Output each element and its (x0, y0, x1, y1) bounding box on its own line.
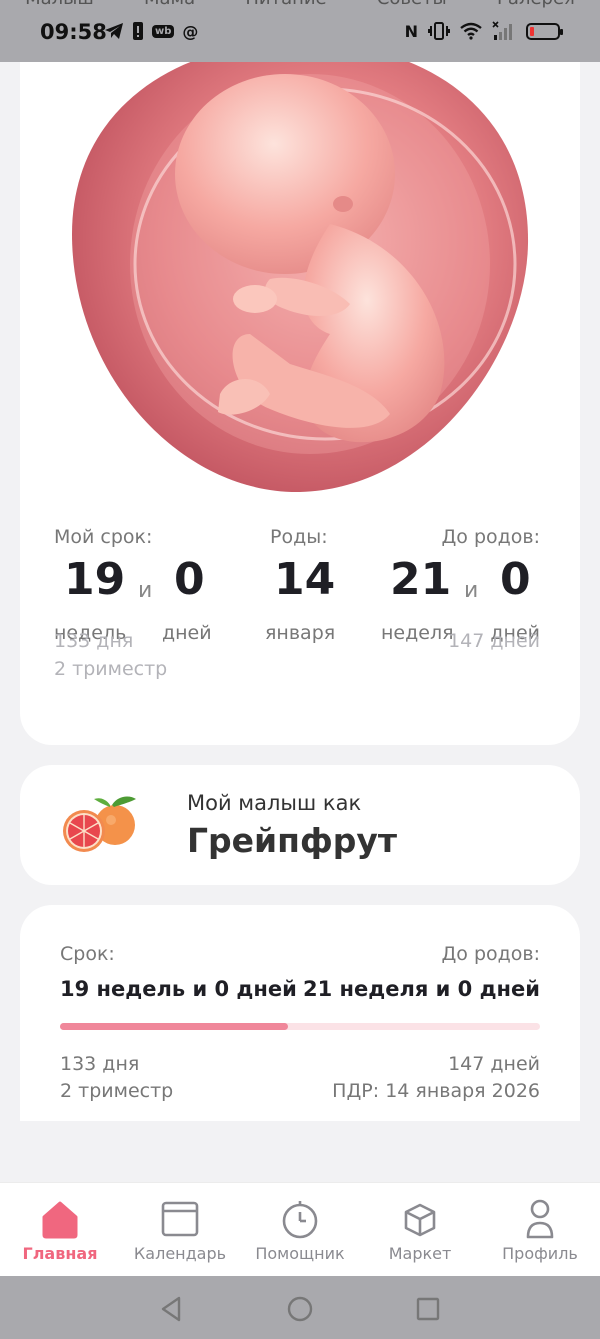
back-icon[interactable] (157, 1294, 187, 1324)
pregnancy-stats: Мой срок: 19 и 0 недель дней Роды: 14 ян… (54, 526, 540, 726)
progress-card: Срок: До родов: 19 недель и 0 дней 21 не… (20, 905, 580, 1121)
tab-baby[interactable]: Малыш (25, 0, 94, 8)
system-navigation-bar (0, 1276, 600, 1339)
nav-assistant-label: Помощник (255, 1244, 345, 1263)
term-days-value: 0 (174, 554, 205, 605)
pregnancy-progress-fill (60, 1023, 288, 1030)
days-passed: 133 дня (54, 630, 134, 652)
due-date: ПДР: 14 января 2026 (332, 1080, 540, 1102)
baby-size-subtitle: Мой малыш как (187, 791, 362, 815)
birth-day-value: 14 (274, 554, 336, 605)
nfc-icon: N (404, 21, 418, 41)
embryo-illustration (72, 42, 529, 493)
left-days-value: 0 (500, 554, 531, 605)
birth-label: Роды: (270, 526, 328, 548)
signal-icon (492, 21, 512, 40)
pregnancy-progress-bar (60, 1023, 540, 1030)
home-circle-icon[interactable] (285, 1294, 315, 1324)
nav-profile-label: Профиль (502, 1244, 578, 1263)
bottom-navigation: Главная Календарь Помощник Маркет Профил… (0, 1182, 600, 1277)
nav-profile[interactable]: Профиль (480, 1183, 600, 1277)
at-icon: @ (182, 21, 199, 41)
home-icon (42, 1201, 78, 1239)
timer-icon (282, 1201, 318, 1239)
profile-icon (526, 1199, 554, 1239)
progress-trimester: 2 триместр (60, 1080, 174, 1102)
progress-left-label: До родов: (441, 943, 540, 965)
wifi-icon (460, 22, 482, 40)
days-left-label: До родов: (441, 526, 540, 548)
notification-icon (133, 22, 143, 40)
clock: 09:58 (40, 20, 107, 44)
baby-size-card[interactable]: Мой малыш как Грейпфрут (20, 765, 580, 885)
top-tabs-partial: Малыш Мама Питание Советы Галерея (0, 0, 600, 8)
vibrate-icon (428, 22, 450, 40)
nav-home[interactable]: Главная (0, 1183, 120, 1277)
calendar-icon (161, 1201, 199, 1237)
nav-calendar-label: Календарь (133, 1244, 227, 1263)
progress-left-value: 21 неделя и 0 дней (302, 977, 540, 1001)
left-weeks-value: 21 (390, 554, 452, 605)
birth-month: января (265, 622, 336, 644)
term-days-unit: дней (162, 622, 212, 644)
tab-tips[interactable]: Советы (377, 0, 447, 8)
status-bar: Малыш Мама Питание Советы Галерея 09:58 … (0, 0, 600, 62)
nav-home-label: Главная (22, 1244, 98, 1263)
left-weeks-unit: неделя (381, 622, 454, 644)
term-weeks-value: 19 (64, 554, 126, 605)
grapefruit-icon (63, 796, 136, 852)
tab-gallery[interactable]: Галерея (497, 0, 575, 8)
wb-icon: wb (152, 24, 175, 38)
nav-assistant[interactable]: Помощник (240, 1183, 360, 1277)
nav-calendar[interactable]: Календарь (120, 1183, 240, 1277)
term-label: Мой срок: (54, 526, 153, 548)
battery-icon (526, 22, 563, 40)
tab-nutrition[interactable]: Питание (245, 0, 326, 8)
baby-size-fruit-name: Грейпфрут (187, 821, 397, 860)
nav-market-label: Маркет (388, 1244, 452, 1263)
left-and: и (464, 578, 479, 603)
telegram-icon (105, 23, 123, 39)
trimester: 2 триместр (54, 658, 168, 680)
nav-market[interactable]: Маркет (360, 1183, 480, 1277)
tab-mom[interactable]: Мама (144, 0, 195, 8)
progress-term-value: 19 недель и 0 дней (60, 977, 297, 1001)
pregnancy-overview-card: Мой срок: 19 и 0 недель дней Роды: 14 ян… (20, 0, 580, 745)
recents-icon[interactable] (413, 1294, 443, 1324)
progress-days-passed: 133 дня (60, 1053, 140, 1075)
progress-days-left: 147 дней (448, 1053, 540, 1075)
term-and: и (138, 578, 153, 603)
days-left: 147 дней (448, 630, 540, 652)
progress-term-label: Срок: (60, 943, 115, 965)
box-icon (404, 1203, 436, 1237)
